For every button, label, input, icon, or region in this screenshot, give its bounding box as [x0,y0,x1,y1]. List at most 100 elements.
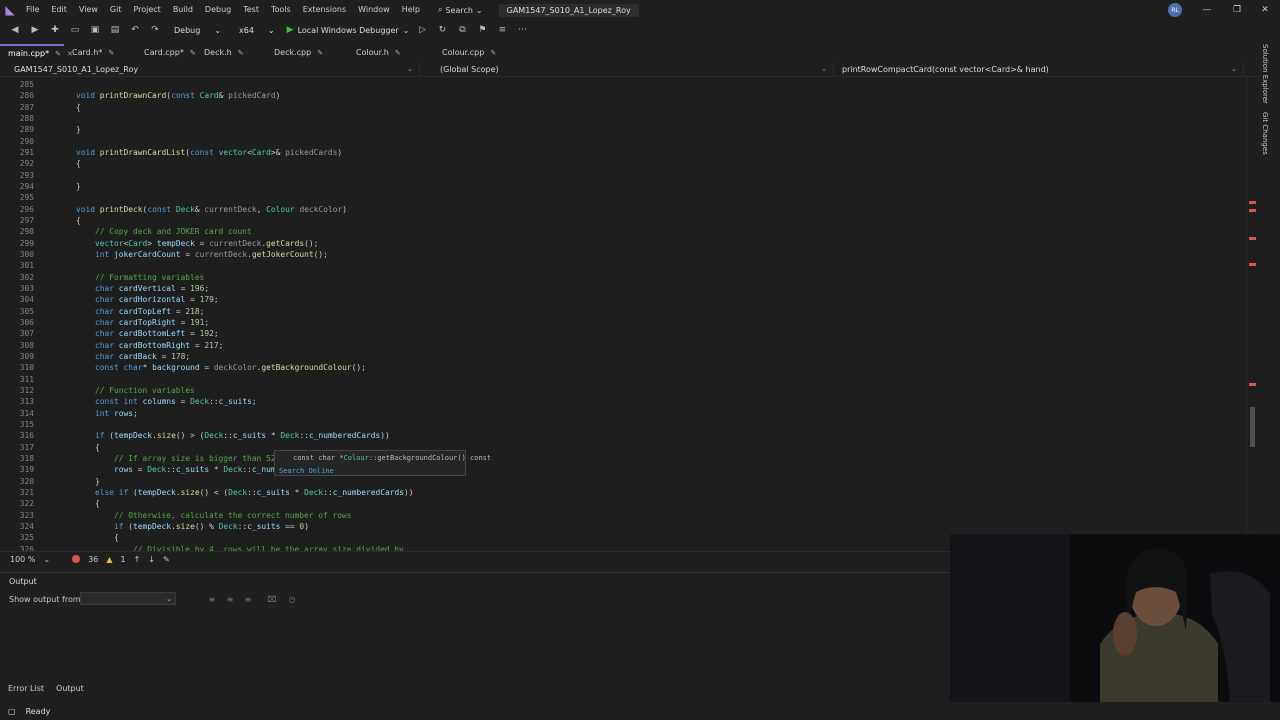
menu-view[interactable]: View [73,0,104,20]
minimize-icon[interactable]: — [1192,0,1222,20]
code-line[interactable]: // Function variables [76,385,195,396]
tab-deck-h[interactable]: Deck.h ✎ [196,44,266,61]
tab-colour-cpp[interactable]: Colour.cpp ✎ [434,44,504,61]
arrow-up-icon[interactable]: ↑ [134,555,141,564]
configuration-dropdown[interactable]: Debug ⌄ [168,23,227,37]
code-editor[interactable]: 285 286 287 288 289 290 291 292 293 294 295 296 297 2… [0,77,1258,551]
code-line[interactable]: if (tempDeck.size() > (Deck::c_suits * D… [76,430,390,441]
code-line[interactable]: int rows; [76,408,138,419]
clear-all-icon[interactable]: ⌧ [266,593,278,605]
menu-edit[interactable]: Edit [45,0,73,20]
code-line[interactable]: int jokerCardCount = currentDeck.getJoke… [76,249,328,260]
code-line[interactable]: // Copy deck and JOKER card count [76,226,252,237]
search-box[interactable]: ⌕ Search ⌄ [432,5,489,15]
code-line[interactable]: // Formatting variables [76,272,204,283]
menu-git[interactable]: Git [104,0,128,20]
find-message-icon[interactable]: ≡ [206,593,218,605]
error-count[interactable]: 36 [88,555,98,564]
forward-icon[interactable]: ▶ [28,23,42,37]
code-line[interactable]: } [76,476,100,487]
code-line[interactable]: char cardHorizontal = 179; [76,294,219,305]
arrow-down-icon[interactable]: ↓ [148,555,155,564]
solution-explorer-tab[interactable]: Solution Explorer [1261,44,1269,104]
redo-icon[interactable]: ↷ [148,23,162,37]
start-debugging-button[interactable]: ▶ Local Windows Debugger ⌄ [287,25,410,35]
pin-icon[interactable]: ✎ [190,49,196,57]
new-project-icon[interactable]: ✚ [48,23,62,37]
platform-dropdown[interactable]: x64 ⌄ [233,23,281,37]
scope-dropdown[interactable]: (Global Scope) ⌄ [420,62,834,76]
code-line[interactable]: { [76,158,81,169]
more-icon[interactable]: ⋯ [515,23,529,37]
comment-icon[interactable]: ≡ [495,23,509,37]
tab-error-list[interactable]: Error List [8,684,44,698]
tab-colour-h[interactable]: Colour.h ✎ [348,44,434,61]
zoom-level[interactable]: 100 % [10,555,35,564]
word-wrap-icon[interactable]: ◷ [286,593,298,605]
search-online-link[interactable]: Search Online [279,467,334,475]
back-icon[interactable]: ◀ [8,23,22,37]
tab-card-cpp[interactable]: Card.cpp* ✎ [136,44,196,61]
code-line[interactable]: char cardBottomLeft = 192; [76,328,219,339]
code-line[interactable]: const int columns = Deck::c_suits; [76,396,257,407]
menu-tools[interactable]: Tools [265,0,297,20]
pin-icon[interactable]: ✎ [395,49,401,57]
previous-message-icon[interactable]: ≡ [224,593,236,605]
warning-count[interactable]: 1 [120,555,125,564]
code-line[interactable]: // Otherwise, calculate the correct numb… [76,510,352,521]
code-line[interactable]: void printDrawnCardList(const vector<Car… [76,147,342,158]
code-line[interactable]: else if (tempDeck.size() < (Deck::c_suit… [76,487,413,498]
git-changes-tab[interactable]: Git Changes [1261,112,1269,155]
code-line[interactable]: void printDrawnCard(const Card& pickedCa… [76,90,280,101]
avatar[interactable]: RL [1168,3,1182,17]
code-line[interactable]: if (tempDeck.size() % Deck::c_suits == 0… [76,521,309,532]
tab-card-h[interactable]: Card.h* ✎ [64,44,136,61]
code-line[interactable]: // Divisible by 4, rows will be the arra… [76,544,404,551]
menu-build[interactable]: Build [167,0,199,20]
pin-icon[interactable]: ✎ [317,49,323,57]
menu-extensions[interactable]: Extensions [297,0,352,20]
brush-icon[interactable]: ✎ [163,555,170,564]
menu-test[interactable]: Test [237,0,265,20]
tab-deck-cpp[interactable]: Deck.cpp ✎ [266,44,348,61]
hot-reload-icon[interactable]: ↻ [435,23,449,37]
code-line[interactable]: char cardTopRight = 191; [76,317,209,328]
pin-icon[interactable]: ✎ [238,49,244,57]
pin-icon[interactable]: ✎ [55,50,61,58]
code-line[interactable]: const char* background = deckColor.getBa… [76,362,366,373]
code-line[interactable]: { [76,102,81,113]
menu-help[interactable]: Help [396,0,426,20]
code-line[interactable]: { [76,442,100,453]
project-dropdown[interactable]: GAM1547_S010_A1_Lopez_Roy ⌄ [0,62,420,76]
code-line[interactable]: { [76,215,81,226]
scrollbar-thumb[interactable] [1250,407,1255,447]
output-source-select[interactable]: ⌄ [80,592,176,605]
save-icon[interactable]: ▣ [88,23,102,37]
save-all-icon[interactable]: ▤ [108,23,122,37]
start-without-debugging-icon[interactable]: ▷ [415,23,429,37]
undo-icon[interactable]: ↶ [128,23,142,37]
tab-main-cpp[interactable]: main.cpp* ✎ ✕ [0,44,73,61]
chevron-down-icon[interactable]: ⌄ [43,555,50,564]
close-icon[interactable]: ✕ [1250,0,1280,20]
code-line[interactable]: } [76,181,81,192]
member-dropdown[interactable]: printRowCompactCard(const vector<Card>& … [834,62,1244,76]
code-line[interactable]: char cardBack = 178; [76,351,190,362]
code-line[interactable]: char cardVertical = 196; [76,283,209,294]
menu-debug[interactable]: Debug [199,0,237,20]
restore-icon[interactable]: ❐ [1222,0,1252,20]
menu-window[interactable]: Window [352,0,396,20]
vertical-scrollbar[interactable] [1246,77,1258,551]
attach-icon[interactable]: ⧉ [455,23,469,37]
code-line[interactable]: vector<Card> tempDeck = currentDeck.getC… [76,238,318,249]
menu-project[interactable]: Project [127,0,166,20]
code-line[interactable]: char cardTopLeft = 218; [76,306,204,317]
code-area[interactable]: void printDrawnCard(const Card& pickedCa… [76,77,1246,551]
bookmark-icon[interactable]: ⚑ [475,23,489,37]
code-line[interactable]: { [76,498,100,509]
next-message-icon[interactable]: ≡ [242,593,254,605]
code-line[interactable]: } [76,124,81,135]
menu-file[interactable]: File [20,0,45,20]
tab-output[interactable]: Output [56,684,84,698]
code-line[interactable]: char cardBottomRight = 217; [76,340,223,351]
